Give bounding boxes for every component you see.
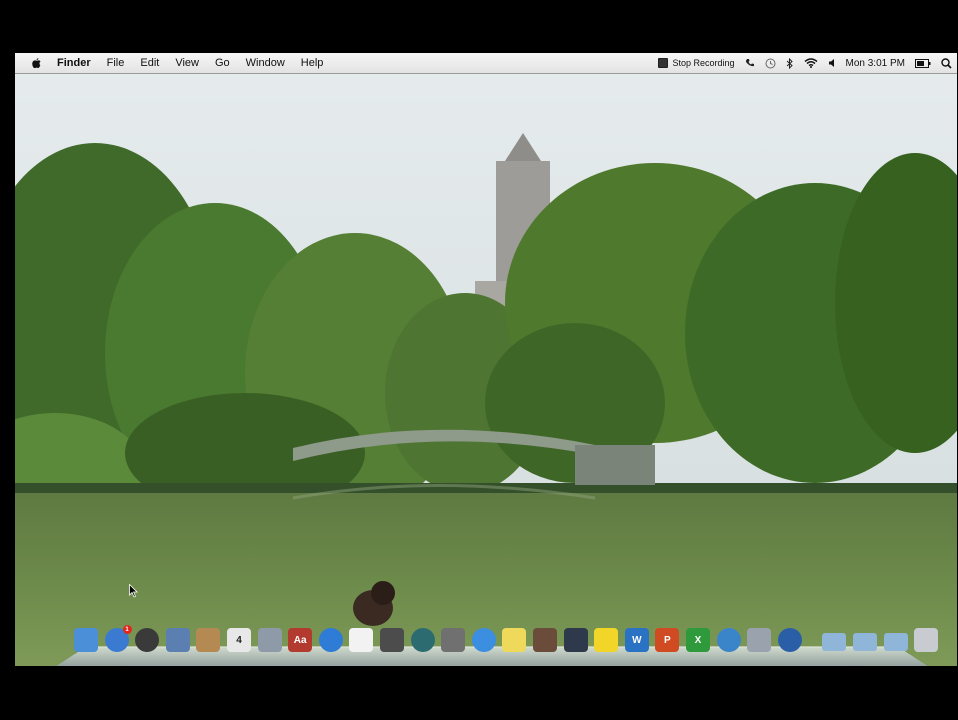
menu-help[interactable]: Help <box>293 53 332 73</box>
dock: 1 4 Aa W P X <box>55 620 939 666</box>
menu-file[interactable]: File <box>99 53 133 73</box>
wifi-icon[interactable] <box>799 53 823 73</box>
battery-icon[interactable] <box>910 53 936 73</box>
excel-glyph: X <box>694 634 702 646</box>
stop-recording-menu[interactable]: Stop Recording <box>653 53 739 73</box>
menu-window[interactable]: Window <box>238 53 293 73</box>
menu-edit[interactable]: Edit <box>132 53 167 73</box>
powerpoint-glyph: P <box>664 634 671 646</box>
movie-app-icon[interactable] <box>533 628 557 652</box>
time-machine-app-icon[interactable] <box>410 628 435 652</box>
app-store-icon[interactable]: 1 <box>104 625 132 652</box>
word-icon[interactable]: W <box>624 628 649 652</box>
quicktime-icon[interactable] <box>777 628 802 652</box>
downloads-folder-icon[interactable] <box>883 633 908 651</box>
itunes-icon[interactable] <box>318 628 343 652</box>
notes-app-icon[interactable] <box>594 628 619 652</box>
menu-finder[interactable]: Finder <box>53 53 99 73</box>
textedit-icon[interactable] <box>349 628 374 652</box>
documents-folder-icon[interactable] <box>853 633 877 651</box>
spotlight-icon[interactable] <box>936 53 957 73</box>
phone-icon[interactable] <box>740 53 760 73</box>
stickies-icon[interactable] <box>502 628 527 652</box>
desktop-wallpaper <box>15 53 957 666</box>
menu-go[interactable]: Go <box>207 53 238 73</box>
word-glyph: W <box>632 634 642 646</box>
stop-recording-icon <box>658 58 669 68</box>
system-prefs-icon[interactable] <box>747 628 772 652</box>
dictionary-glyph: Aa <box>293 634 307 646</box>
volume-icon[interactable] <box>823 53 841 73</box>
excel-icon[interactable]: X <box>686 628 710 652</box>
contacts-icon[interactable] <box>196 628 221 652</box>
apple-icon[interactable] <box>29 56 43 70</box>
photo-booth-icon[interactable] <box>380 628 404 652</box>
iphoto-icon[interactable] <box>257 628 282 652</box>
safari-icon[interactable] <box>471 628 496 652</box>
applications-folder-icon[interactable] <box>822 633 847 651</box>
globe-app-icon[interactable] <box>716 628 741 652</box>
finder-icon[interactable] <box>74 628 98 652</box>
stop-recording-label: Stop Recording <box>672 58 735 68</box>
preview-icon[interactable] <box>165 628 190 652</box>
powerpoint-icon[interactable]: P <box>655 628 680 652</box>
calendar-icon[interactable]: 4 <box>227 628 251 652</box>
mouse-cursor-icon <box>129 583 139 598</box>
bluetooth-icon[interactable] <box>781 53 799 73</box>
menu-view[interactable]: View <box>167 53 207 73</box>
dashboard-icon[interactable] <box>135 628 160 652</box>
screenshot-app-icon[interactable] <box>441 628 466 652</box>
menu-clock[interactable]: Mon 3:01 PM <box>841 53 910 73</box>
trash-icon[interactable] <box>914 628 939 652</box>
dictionary-icon[interactable]: Aa <box>288 628 313 652</box>
desktop-screen: Finder File Edit View Go Window Help Sto… <box>15 53 957 666</box>
notification-badge: 1 <box>122 625 132 634</box>
calendar-glyph: 4 <box>236 634 242 646</box>
time-machine-icon[interactable] <box>760 53 781 73</box>
menu-bar: Finder File Edit View Go Window Help Sto… <box>15 53 957 74</box>
amazon-app-icon[interactable] <box>563 628 588 652</box>
